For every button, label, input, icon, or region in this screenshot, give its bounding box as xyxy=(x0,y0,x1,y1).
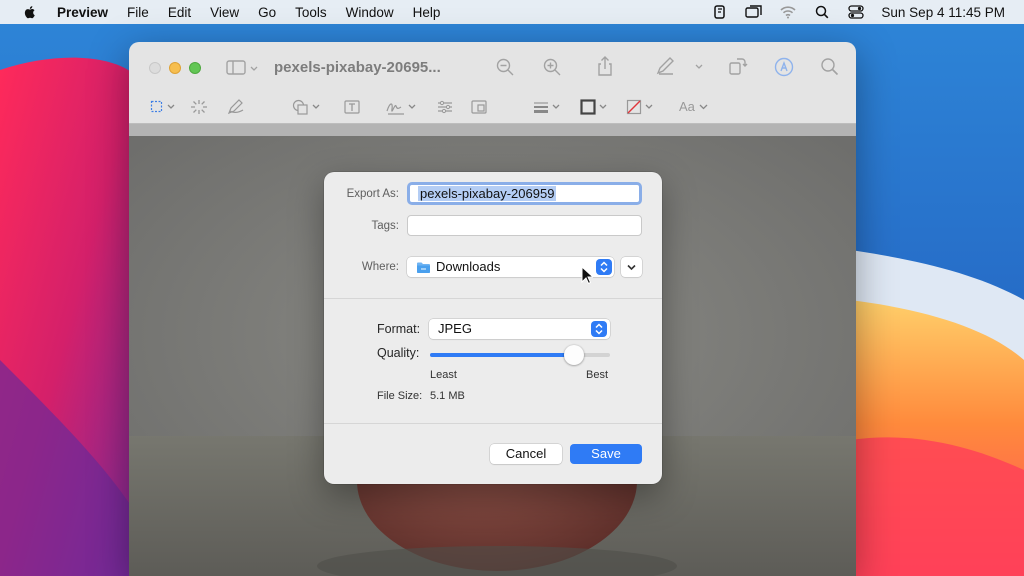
menu-window[interactable]: Window xyxy=(346,5,394,20)
apple-logo-icon[interactable] xyxy=(22,4,38,20)
tags-label: Tags: xyxy=(371,220,400,232)
text-style-icon[interactable]: Aa xyxy=(679,99,711,115)
mouse-cursor-icon xyxy=(581,266,593,285)
quality-slider-fill xyxy=(430,353,574,357)
quality-min-label: Least xyxy=(430,369,457,381)
sidebar-icon[interactable] xyxy=(226,58,260,78)
instant-alpha-icon[interactable] xyxy=(190,99,208,115)
annotate-icon[interactable] xyxy=(774,57,794,77)
border-color-icon[interactable] xyxy=(580,99,610,115)
quality-label: Quality: xyxy=(377,346,420,360)
window-title: pexels-pixabay-20695... xyxy=(274,59,441,76)
where-value: Downloads xyxy=(436,259,501,274)
export-as-label: Export As: xyxy=(346,188,399,200)
menu-help[interactable]: Help xyxy=(413,5,441,20)
export-as-value: pexels-pixabay-206959 xyxy=(418,186,557,201)
quality-max-label: Best xyxy=(586,369,609,381)
save-button[interactable]: Save xyxy=(570,444,642,464)
menu-bar: Preview File Edit View Go Tools Window H… xyxy=(0,0,1024,24)
line-style-icon[interactable] xyxy=(532,99,562,115)
expand-dialog-button[interactable] xyxy=(621,257,642,277)
text-style-label: Aa xyxy=(679,99,695,114)
menu-file[interactable]: File xyxy=(127,5,149,20)
menu-view[interactable]: View xyxy=(210,5,239,20)
fill-color-icon[interactable] xyxy=(626,99,656,115)
document-top-strip xyxy=(129,124,856,136)
menu-edit[interactable]: Edit xyxy=(168,5,191,20)
format-stepper-icon[interactable] xyxy=(591,321,607,337)
export-as-field[interactable]: pexels-pixabay-206959 xyxy=(407,182,642,205)
export-dialog: Export As: pexels-pixabay-206959 Tags: W… xyxy=(324,172,662,484)
dialog-divider xyxy=(324,423,662,424)
quality-slider-knob[interactable] xyxy=(564,345,584,365)
format-popup-button[interactable]: JPEG xyxy=(429,319,610,339)
screen-mirroring-icon[interactable] xyxy=(745,4,763,20)
file-size-label: File Size: xyxy=(377,390,423,402)
search-icon[interactable] xyxy=(820,57,840,77)
window-close-button[interactable] xyxy=(149,62,161,74)
format-value: JPEG xyxy=(438,321,472,336)
where-stepper-icon[interactable] xyxy=(596,259,612,275)
zoom-out-icon[interactable] xyxy=(495,57,515,77)
share-icon[interactable] xyxy=(595,56,615,76)
menu-tools[interactable]: Tools xyxy=(295,5,327,20)
format-label: Format: xyxy=(377,322,421,336)
sketch-icon[interactable] xyxy=(227,99,245,115)
file-size-value: 5.1 MB xyxy=(430,390,465,402)
where-label: Where: xyxy=(361,261,399,273)
signature-icon[interactable] xyxy=(386,99,418,115)
wifi-icon[interactable] xyxy=(779,4,797,20)
markup-icon[interactable] xyxy=(656,56,712,76)
window-zoom-button[interactable] xyxy=(189,62,201,74)
dialog-divider xyxy=(324,298,662,299)
menu-go[interactable]: Go xyxy=(258,5,276,20)
window-minimize-button[interactable] xyxy=(169,62,181,74)
text-box-icon[interactable] xyxy=(343,99,361,115)
folder-icon xyxy=(416,260,431,273)
chevron-down-icon xyxy=(627,264,636,271)
menu-app-name[interactable]: Preview xyxy=(57,5,108,20)
adjust-color-icon[interactable] xyxy=(436,99,454,115)
cancel-button[interactable]: Cancel xyxy=(490,444,562,464)
quality-slider[interactable] xyxy=(430,345,610,365)
rectangle-selection-icon[interactable] xyxy=(150,99,178,115)
rotate-icon[interactable] xyxy=(728,56,748,76)
control-center-icon[interactable] xyxy=(847,4,865,20)
notes-icon[interactable] xyxy=(711,4,729,20)
search-icon[interactable] xyxy=(813,4,831,20)
tags-field[interactable] xyxy=(407,215,642,236)
menu-clock[interactable]: Sun Sep 4 11:45 PM xyxy=(881,5,1005,20)
zoom-in-icon[interactable] xyxy=(542,57,562,77)
shapes-icon[interactable] xyxy=(292,99,322,115)
window-toolbar: pexels-pixabay-20695... Aa xyxy=(129,42,856,124)
adjust-size-icon[interactable] xyxy=(470,99,488,115)
